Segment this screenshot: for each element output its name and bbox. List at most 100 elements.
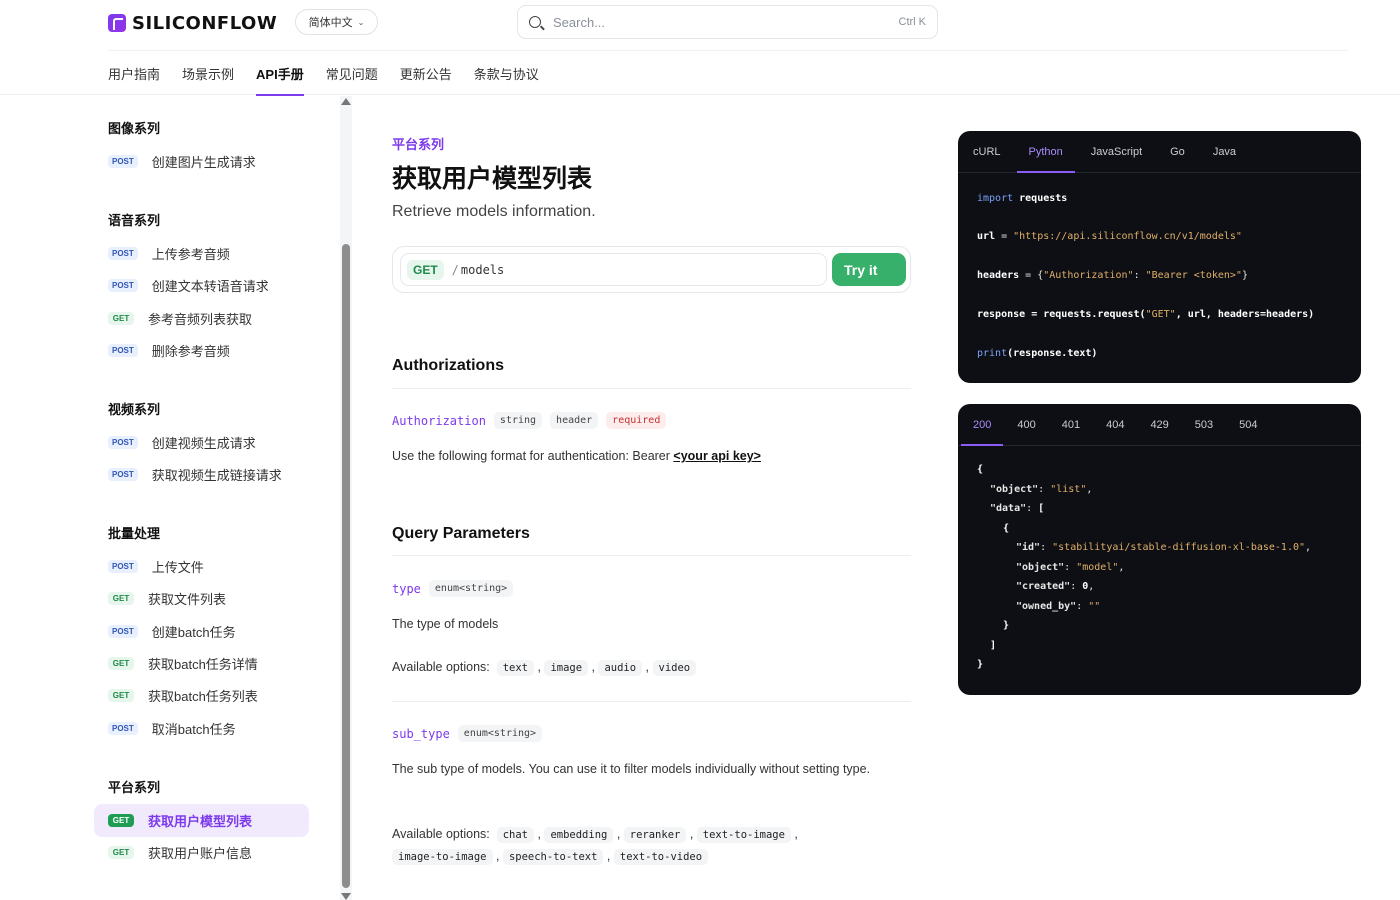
param-description: The sub type of models. You can use it t…	[392, 762, 871, 776]
param-type-chip: enum<string>	[428, 580, 514, 597]
sidebar-item-label: 获取视频生成链接请求	[151, 467, 282, 483]
code-line: ]	[990, 640, 996, 651]
status-tab-404[interactable]: 404	[1106, 404, 1124, 445]
status-tab-429[interactable]: 429	[1150, 404, 1168, 445]
method-badge: GET	[108, 688, 134, 702]
code-token: }	[1003, 620, 1010, 631]
param-required-chip: required	[606, 412, 667, 429]
code-token: (response.text)	[1007, 348, 1098, 359]
param-name: type	[392, 581, 421, 596]
sidebar-item[interactable]: GET 获取文件列表	[94, 583, 309, 613]
chevron-down-icon: ⌄	[357, 17, 365, 27]
code-token: headers	[977, 270, 1020, 281]
option-chip: reranker	[623, 827, 687, 843]
method-badge: POST	[108, 343, 138, 357]
sidebar-item-label: 获取文件列表	[148, 591, 227, 607]
sidebar-item[interactable]: GET 参考音频列表获取	[94, 303, 309, 333]
method-badge: GET	[108, 591, 134, 605]
status-tab-503[interactable]: 503	[1195, 404, 1213, 445]
sidebar-item[interactable]: POST 创建图片生成请求	[94, 146, 309, 176]
code-token: "object"	[990, 484, 1039, 495]
query-parameters-heading: Query Parameters	[392, 525, 530, 542]
tab-terms[interactable]: 条款与协议	[474, 51, 539, 95]
code-language-tabs: cURL Python JavaScript Go Java	[958, 131, 1361, 173]
method-badge: POST	[108, 721, 138, 735]
endpoint-path-box[interactable]: GET / models	[400, 253, 827, 286]
options-label: Available options:	[392, 660, 490, 674]
code-token: }	[977, 659, 984, 670]
scrollbar-thumb[interactable]	[342, 244, 350, 888]
status-tab-400[interactable]: 400	[1017, 404, 1035, 445]
code-line: response = requests.request("GET", url, …	[977, 309, 1314, 320]
response-status-tabs: 200 400 401 404 429 503 504	[958, 404, 1361, 446]
sidebar-item[interactable]: POST 取消batch任务	[94, 713, 309, 743]
sidebar-item[interactable]: GET 获取batch任务详情	[94, 648, 309, 678]
endpoint-bar: GET / models Try it	[392, 246, 911, 293]
sidebar-item[interactable]: POST 上传参考音频	[94, 238, 309, 268]
code-token: "model"	[1076, 562, 1119, 573]
search-placeholder: Search...	[553, 14, 606, 30]
sidebar-item-label: 创建batch任务	[151, 624, 236, 640]
code-tab-javascript[interactable]: JavaScript	[1091, 131, 1142, 172]
scroll-up-arrow-icon[interactable]	[341, 98, 351, 105]
main-nav-tabs: 用户指南 场景示例 API手册 常见问题 更新公告 条款与协议	[108, 51, 539, 96]
param-type-chip: enum<string>	[457, 725, 543, 742]
code-tab-curl[interactable]: cURL	[973, 131, 1001, 172]
sidebar-item[interactable]: POST 创建视频生成请求	[94, 427, 309, 457]
code-token: }	[1241, 270, 1248, 281]
sidebar-item[interactable]: POST 创建文本转语音请求	[94, 270, 309, 300]
code-token: requests	[1013, 193, 1068, 204]
sidebar-item[interactable]: GET 获取batch任务列表	[94, 680, 309, 710]
code-tab-go[interactable]: Go	[1170, 131, 1185, 172]
code-line: {	[977, 464, 983, 475]
param-options: Available options: chat , embedding , re…	[392, 827, 798, 865]
option-chip: audio	[598, 660, 643, 676]
scroll-down-arrow-icon[interactable]	[341, 893, 351, 900]
brand-logo[interactable]: SILICONFLOW	[108, 12, 277, 34]
auth-param-row: Authorization string header required	[392, 412, 667, 429]
sidebar-item[interactable]: POST 删除参考音频	[94, 335, 309, 365]
option-chip: video	[652, 660, 697, 676]
top-header: SILICONFLOW 简体中文 ⌄ Search... Ctrl K 用户指南…	[0, 0, 1400, 96]
method-badge: GET	[108, 656, 134, 670]
search-box[interactable]: Search... Ctrl K	[517, 5, 938, 39]
status-tab-401[interactable]: 401	[1062, 404, 1080, 445]
code-token: ""	[1088, 601, 1101, 612]
code-line: "owned_by": ""	[1016, 601, 1101, 612]
sidebar-item-active[interactable]: GET 获取用户模型列表	[94, 804, 309, 837]
method-badge: POST	[108, 278, 138, 292]
tab-user-guide[interactable]: 用户指南	[108, 51, 160, 95]
tab-changelog[interactable]: 更新公告	[400, 51, 452, 95]
sidebar-item-label: 参考音频列表获取	[148, 311, 253, 327]
code-tab-python[interactable]: Python	[1016, 131, 1076, 173]
sidebar-item[interactable]: POST 上传文件	[94, 551, 309, 581]
code-token: [	[1038, 503, 1045, 514]
code-tab-java[interactable]: Java	[1213, 131, 1236, 172]
authorizations-heading: Authorizations	[392, 357, 504, 374]
sidebar-item-label: 创建文本转语音请求	[151, 278, 269, 294]
method-badge: POST	[108, 154, 138, 168]
search-icon	[529, 16, 541, 28]
api-key-link[interactable]: <your api key>	[673, 449, 761, 463]
sidebar-section-title: 图像系列	[108, 121, 161, 136]
code-token: "list"	[1050, 484, 1087, 495]
tab-api-reference[interactable]: API手册	[256, 51, 304, 96]
sidebar-item[interactable]: GET 获取用户账户信息	[94, 837, 309, 867]
sidebar-item[interactable]: POST 获取视频生成链接请求	[94, 459, 309, 489]
param-type-chip: string	[493, 412, 543, 429]
code-line: "data": [	[990, 503, 1045, 514]
param-name: sub_type	[392, 726, 450, 741]
sidebar-item-label: 获取用户模型列表	[148, 814, 253, 829]
tab-scenarios[interactable]: 场景示例	[182, 51, 234, 95]
language-selector[interactable]: 简体中文 ⌄	[295, 9, 378, 35]
tab-faq[interactable]: 常见问题	[326, 51, 378, 95]
sidebar-item[interactable]: POST 创建batch任务	[94, 616, 309, 646]
sidebar-item-label: 上传参考音频	[151, 246, 230, 262]
divider	[392, 388, 911, 389]
sidebar-section-title: 平台系列	[108, 780, 161, 795]
try-it-button[interactable]: Try it	[832, 253, 906, 286]
status-tab-200[interactable]: 200	[960, 404, 1004, 446]
code-token: "data"	[990, 503, 1027, 514]
status-tab-504[interactable]: 504	[1239, 404, 1257, 445]
option-chip: chat	[496, 827, 535, 843]
